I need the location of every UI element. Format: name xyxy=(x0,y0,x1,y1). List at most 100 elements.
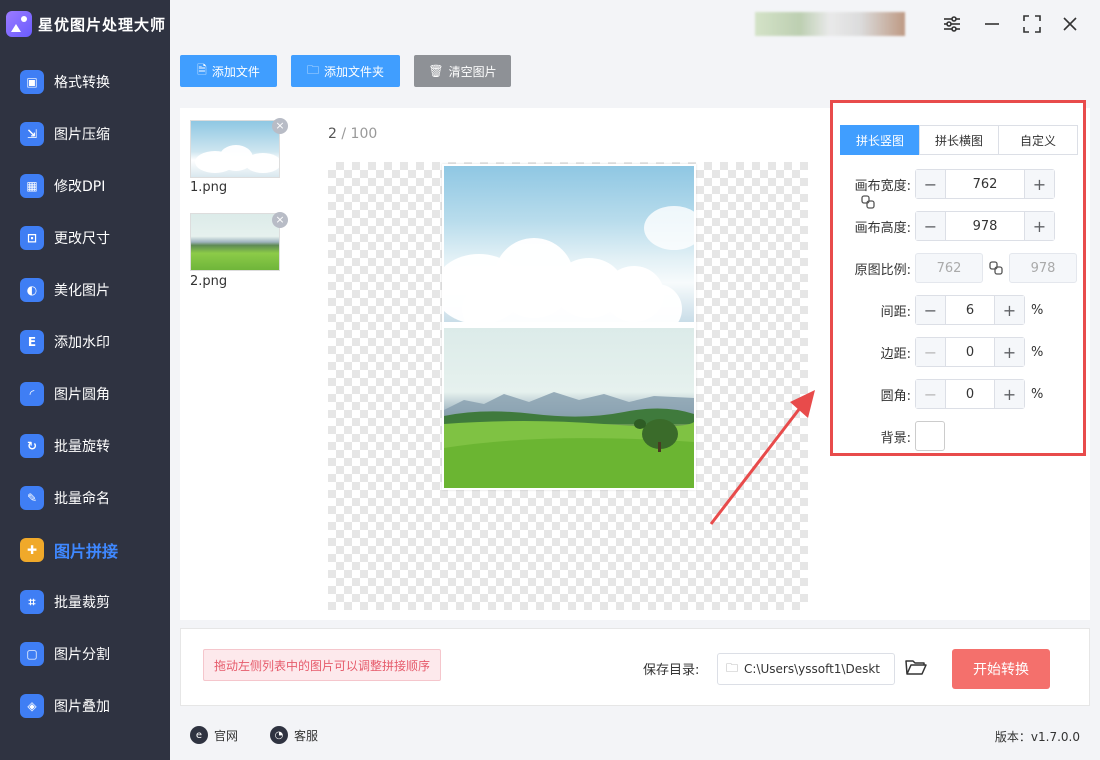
sidebar-item-overlay[interactable]: ◈ 图片叠加 xyxy=(0,680,170,732)
browse-folder-icon[interactable] xyxy=(905,657,929,681)
clear-images-button[interactable]: 🗑 清空图片 xyxy=(414,55,511,87)
app-title-bar: 星优图片处理大师 xyxy=(0,0,170,48)
chat-icon: ◔ xyxy=(270,726,288,744)
save-directory-field[interactable]: 🗀 C:\Users\yssoft1\Deskt xyxy=(717,653,895,685)
sidebar-item-compress[interactable]: ⇲ 图片压缩 xyxy=(0,108,170,160)
sidebar-item-label: 批量命名 xyxy=(54,491,110,507)
trash-icon: 🗑 xyxy=(428,64,444,78)
website-icon: e xyxy=(190,726,208,744)
add-file-button[interactable]: 🗎 添加文件 xyxy=(180,55,277,87)
save-directory-label: 保存目录: xyxy=(643,663,700,678)
margin-row: 边距: − 0 + % xyxy=(841,337,1043,367)
link-icon[interactable] xyxy=(861,195,877,211)
margin-decrement[interactable]: − xyxy=(916,338,946,366)
sidebar-item-dpi[interactable]: ▦ 修改DPI xyxy=(0,160,170,212)
sidebar-item-resize[interactable]: ⊡ 更改尺寸 xyxy=(0,212,170,264)
sidebar-item-beautify[interactable]: ◐ 美化图片 xyxy=(0,264,170,316)
user-account-blurred[interactable] xyxy=(755,12,905,36)
corner-decrement[interactable]: − xyxy=(916,380,946,408)
meadow-image xyxy=(444,328,694,488)
canvas-height-increment[interactable]: + xyxy=(1024,212,1054,240)
canvas-width-increment[interactable]: + xyxy=(1024,170,1054,198)
margin-stepper[interactable]: − 0 + xyxy=(915,337,1025,367)
background-color-swatch[interactable] xyxy=(915,421,945,451)
remove-file-1-icon[interactable]: × xyxy=(272,118,288,134)
canvas-height-stepper[interactable]: − 978 + xyxy=(915,211,1055,241)
sidebar-item-label: 更改尺寸 xyxy=(54,231,110,247)
file-thumbnail-2[interactable] xyxy=(190,213,280,271)
website-link[interactable]: e 官网 xyxy=(190,726,238,744)
stitch-mode-tabs: 拼长竖图 拼长横图 自定义 xyxy=(840,125,1078,155)
remove-file-2-icon[interactable]: × xyxy=(272,212,288,228)
original-ratio-label: 原图比例: xyxy=(854,262,911,278)
sidebar-item-label: 美化图片 xyxy=(54,283,110,299)
spacing-value[interactable]: 6 xyxy=(946,296,994,324)
corner-row: 圆角: − 0 + % xyxy=(841,379,1043,409)
tab-custom[interactable]: 自定义 xyxy=(998,125,1078,155)
canvas-width-stepper[interactable]: − 762 + xyxy=(915,169,1055,199)
margin-value[interactable]: 0 xyxy=(946,338,994,366)
save-path-text: C:\Users\yssoft1\Deskt xyxy=(744,662,880,676)
canvas-height-row: 画布高度: − 978 + xyxy=(841,211,1055,241)
sidebar-item-split[interactable]: ▢ 图片分割 xyxy=(0,628,170,680)
tab-horizontal-stitch[interactable]: 拼长横图 xyxy=(919,125,999,155)
corner-unit: % xyxy=(1031,386,1044,402)
preview-canvas xyxy=(328,162,808,610)
sidebar-item-watermark[interactable]: E 添加水印 xyxy=(0,316,170,368)
sidebar-item-label: 图片分割 xyxy=(54,647,110,663)
puzzle-icon: ✚ xyxy=(20,538,44,562)
crop-icon: ⌗ xyxy=(20,590,44,614)
minimize-icon[interactable] xyxy=(978,10,1006,38)
original-width-field: 762 xyxy=(915,253,983,283)
version-text: 版本：v1.7.0.0 xyxy=(994,730,1080,744)
spacing-decrement[interactable]: − xyxy=(916,296,946,324)
sidebar-item-crop[interactable]: ⌗ 批量裁剪 xyxy=(0,576,170,628)
file-name-2: 2.png xyxy=(190,274,228,289)
margin-increment[interactable]: + xyxy=(994,338,1024,366)
app-logo-icon xyxy=(6,11,32,37)
corner-stepper[interactable]: − 0 + xyxy=(915,379,1025,409)
file-name-1: 1.png xyxy=(190,180,228,195)
file-thumbnail-1[interactable] xyxy=(190,120,280,178)
corner-value[interactable]: 0 xyxy=(946,380,994,408)
rename-icon: ✎ xyxy=(20,486,44,510)
corner-increment[interactable]: + xyxy=(994,380,1024,408)
support-link[interactable]: ◔ 客服 xyxy=(270,726,318,744)
folder-icon: 🗀 xyxy=(306,62,319,77)
sidebar-item-label: 格式转换 xyxy=(54,75,110,91)
title-bar xyxy=(170,0,1100,48)
canvas-height-value[interactable]: 978 xyxy=(946,212,1024,240)
counter-separator: / xyxy=(336,126,351,142)
sidebar-item-rename[interactable]: ✎ 批量命名 xyxy=(0,472,170,524)
sidebar-item-stitch[interactable]: ✚ 图片拼接 xyxy=(0,524,170,576)
layers-icon: ◈ xyxy=(20,694,44,718)
spacing-label: 间距: xyxy=(880,304,911,320)
tab-vertical-stitch[interactable]: 拼长竖图 xyxy=(840,125,920,155)
canvas-width-decrement[interactable]: − xyxy=(916,170,946,198)
add-folder-button[interactable]: 🗀 添加文件夹 xyxy=(291,55,400,87)
sidebar-item-rotate[interactable]: ↻ 批量旋转 xyxy=(0,420,170,472)
compress-icon: ⇲ xyxy=(20,122,44,146)
spacing-increment[interactable]: + xyxy=(994,296,1024,324)
sidebar-item-rounded-corner[interactable]: ◜ 图片圆角 xyxy=(0,368,170,420)
settings-sliders-icon[interactable] xyxy=(938,10,966,38)
sidebar-item-label: 图片拼接 xyxy=(54,542,119,561)
maximize-icon[interactable] xyxy=(1018,10,1046,38)
original-ratio-row: 原图比例: 762 978 xyxy=(841,253,1077,283)
close-icon[interactable] xyxy=(1056,10,1084,38)
add-folder-label: 添加文件夹 xyxy=(324,64,385,79)
start-convert-button[interactable]: 开始转换 xyxy=(952,649,1050,689)
folder-outline-icon: 🗀 xyxy=(726,660,739,675)
support-label: 客服 xyxy=(294,728,319,743)
sidebar-item-label: 批量旋转 xyxy=(54,439,110,455)
sidebar: 星优图片处理大师 ▣ 格式转换 ⇲ 图片压缩 ▦ 修改DPI ⊡ 更改尺寸 ◐ … xyxy=(0,0,170,760)
canvas-width-value[interactable]: 762 xyxy=(946,170,1024,198)
sidebar-item-format-convert[interactable]: ▣ 格式转换 xyxy=(0,56,170,108)
counter-current: 2 xyxy=(328,126,337,142)
canvas-height-decrement[interactable]: − xyxy=(916,212,946,240)
spacing-stepper[interactable]: − 6 + xyxy=(915,295,1025,325)
sidebar-item-label: 图片圆角 xyxy=(54,387,110,403)
ratio-link-icon[interactable] xyxy=(983,261,1009,275)
dpi-icon: ▦ xyxy=(20,174,44,198)
canvas-height-label: 画布高度: xyxy=(854,220,911,236)
